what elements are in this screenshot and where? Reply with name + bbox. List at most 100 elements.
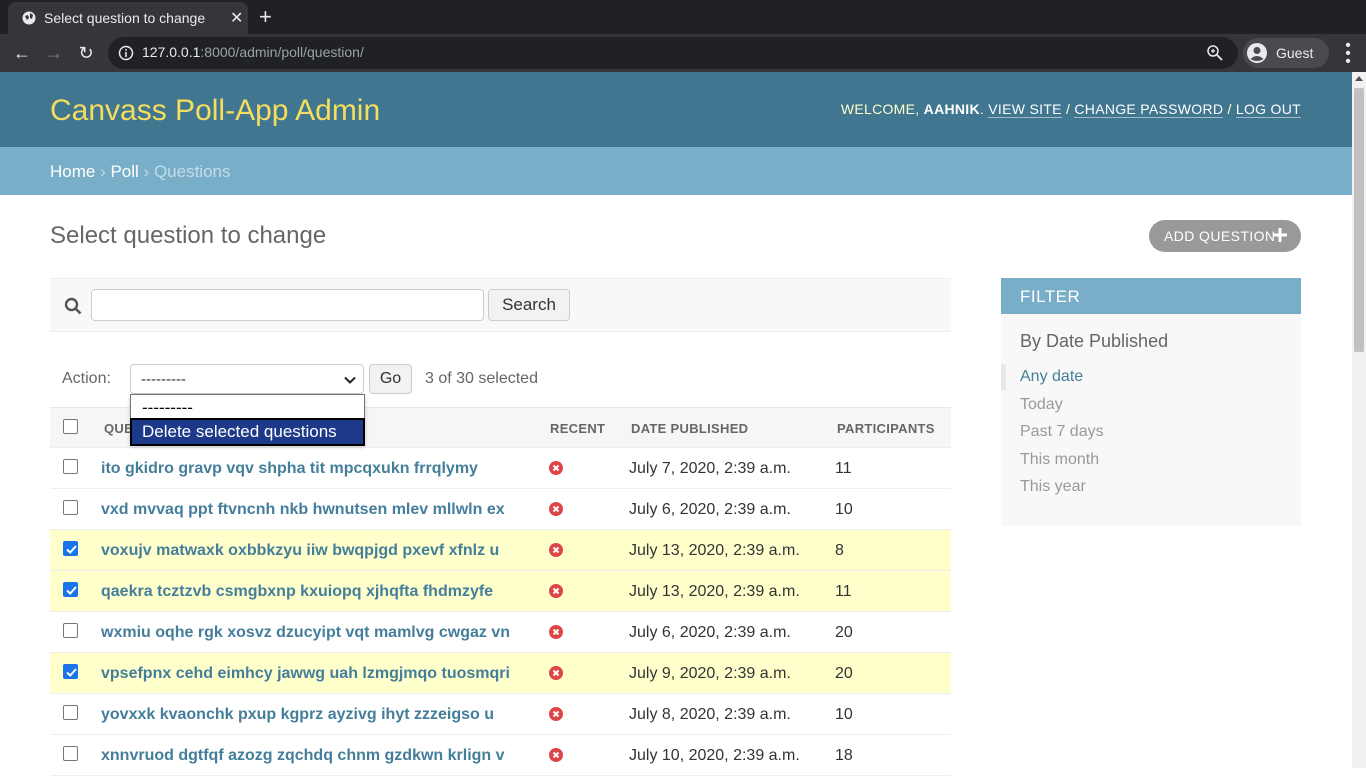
url-text: 127.0.0.1:8000/admin/poll/question/ [142,44,364,60]
date-published: July 13, 2020, 2:39 a.m. [629,583,800,600]
forward-icon[interactable]: → [43,42,65,64]
site-branding[interactable]: Canvass Poll-App Admin [50,94,380,128]
recent-false-icon [549,584,563,598]
question-link[interactable]: ito gkidro gravp vqv shpha tit mpcqxukn … [101,460,478,478]
zoom-icon[interactable] [1206,44,1224,62]
filter-panel: FILTER By Date Published Any date Today … [1001,278,1301,526]
question-link[interactable]: voxujv matwaxk oxbbkzyu iiw bwqpjgd pxev… [101,542,499,560]
filter-this-month[interactable]: This month [1020,451,1099,469]
row-checkbox[interactable] [63,582,78,597]
row-checkbox[interactable] [63,705,78,720]
table-row: vxd mvvaq ppt ftvncnh nkb hwnutsen mlev … [50,489,951,530]
back-icon[interactable]: ← [11,42,33,64]
breadcrumb-current: Questions [153,162,231,181]
table-row: xnnvruod dgtfqf azozg zqchdq chnm gzdkwn… [50,735,951,776]
page-title: Select question to change [50,222,327,249]
search-input[interactable] [91,289,484,321]
question-link[interactable]: yovxxk kvaonchk pxup kgprz ayzivg ihyt z… [101,706,494,724]
question-link[interactable]: vpsefpnx cehd eimhcy jawwg uah lzmgjmqo … [101,665,510,683]
table-row: yovxxk kvaonchk pxup kgprz ayzivg ihyt z… [50,694,951,735]
participants-count: 20 [835,665,853,682]
page-scrollbar[interactable] [1352,72,1366,768]
results-table: QUESTION RECENT DATE PUBLISHED PARTICIPA… [50,407,951,776]
table-row: wxmiu oqhe rgk xosvz dzucyipt vqt mamlvg… [50,612,951,653]
checkmark-icon [66,586,77,595]
user-tools: WELCOME, AAHNIK. VIEW SITE / CHANGE PASS… [840,101,1301,118]
filter-active-indicator [1001,364,1006,390]
browser-tab[interactable]: Select question to change ✕ [8,2,248,34]
tab-title: Select question to change [44,10,206,26]
log-out-link[interactable]: LOG OUT [1235,101,1301,118]
date-published: July 6, 2020, 2:39 a.m. [629,624,791,641]
question-link[interactable]: vxd mvvaq ppt ftvncnh nkb hwnutsen mlev … [101,501,505,519]
question-link[interactable]: qaekra tcztzvb csmgbxnp kxuiopq xjhqfta … [101,583,493,601]
participants-count: 11 [835,583,852,600]
action-select[interactable]: --------- [130,364,364,394]
profile-button[interactable]: Guest [1243,38,1329,68]
action-label: Action: [62,370,111,387]
checkmark-icon [66,545,77,554]
participants-count: 8 [835,542,844,559]
kebab-menu-icon[interactable]: • • • [1340,38,1356,70]
browser-tabbar: Select question to change ✕ + [0,0,1366,34]
question-link[interactable]: wxmiu oqhe rgk xosvz dzucyipt vqt mamlvg… [101,624,510,642]
filter-title: FILTER [1001,278,1301,314]
table-row: voxujv matwaxk oxbbkzyu iiw bwqpjgd pxev… [50,530,951,571]
action-option-delete[interactable]: Delete selected questions [130,418,365,446]
table-row: ito gkidro gravp vqv shpha tit mpcqxukn … [50,448,951,489]
profile-name: Guest [1276,45,1314,61]
recent-false-icon [549,461,563,475]
admin-header: Canvass Poll-App Admin WELCOME, AAHNIK. … [0,72,1352,147]
column-participants[interactable]: PARTICIPANTS [837,421,935,436]
date-published: July 8, 2020, 2:39 a.m. [629,706,791,723]
reload-icon[interactable]: ↻ [75,42,97,64]
recent-false-icon [549,666,563,680]
column-date-published[interactable]: DATE PUBLISHED [631,421,748,436]
select-all-checkbox[interactable] [63,419,78,434]
filter-any-date[interactable]: Any date [1020,368,1083,386]
row-checkbox[interactable] [63,664,78,679]
row-checkbox[interactable] [63,541,78,556]
recent-false-icon [549,707,563,721]
participants-count: 18 [835,747,853,764]
add-question-button[interactable]: ADD QUESTION [1149,220,1301,252]
chevron-down-icon [344,376,356,384]
filter-today[interactable]: Today [1020,396,1063,414]
column-recent[interactable]: RECENT [550,421,605,436]
change-password-link[interactable]: CHANGE PASSWORD [1074,101,1224,118]
breadcrumb-poll[interactable]: Poll [110,162,138,181]
recent-false-icon [549,625,563,639]
browser-toolbar: ← → ↻ 127.0.0.1:8000/admin/poll/question… [0,34,1366,72]
date-published: July 13, 2020, 2:39 a.m. [629,542,800,559]
new-tab-icon[interactable]: + [259,4,272,30]
row-checkbox[interactable] [63,746,78,761]
breadcrumb-home[interactable]: Home [50,162,95,181]
row-checkbox[interactable] [63,459,78,474]
row-checkbox[interactable] [63,500,78,515]
filter-this-year[interactable]: This year [1020,478,1086,496]
search-button[interactable]: Search [488,289,570,321]
recent-false-icon [549,543,563,557]
scrollbar-thumb[interactable] [1354,88,1364,352]
action-option-blank[interactable]: --------- [132,396,363,420]
scroll-up-icon[interactable] [1355,76,1363,81]
date-published: July 9, 2020, 2:39 a.m. [629,665,791,682]
row-checkbox[interactable] [63,623,78,638]
globe-icon [22,11,36,25]
view-site-link[interactable]: VIEW SITE [988,101,1062,118]
action-dropdown: --------- Delete selected questions [130,394,365,446]
go-button[interactable]: Go [369,364,412,394]
action-selected-value: --------- [141,371,186,388]
participants-count: 11 [835,460,852,477]
info-icon[interactable] [118,45,134,61]
add-question-label: ADD QUESTION [1164,228,1276,244]
table-row: qaekra tcztzvb csmgbxnp kxuiopq xjhqfta … [50,571,951,612]
recent-false-icon [549,502,563,516]
close-tab-icon[interactable]: ✕ [230,8,243,28]
filter-past-7-days[interactable]: Past 7 days [1020,423,1104,441]
question-link[interactable]: xnnvruod dgtfqf azozg zqchdq chnm gzdkwn… [101,747,505,765]
selection-counter: 3 of 30 selected [425,370,538,387]
username: AAHNIK [923,101,980,117]
filter-subtitle: By Date Published [1020,331,1169,351]
address-bar[interactable]: 127.0.0.1:8000/admin/poll/question/ [108,37,1238,69]
